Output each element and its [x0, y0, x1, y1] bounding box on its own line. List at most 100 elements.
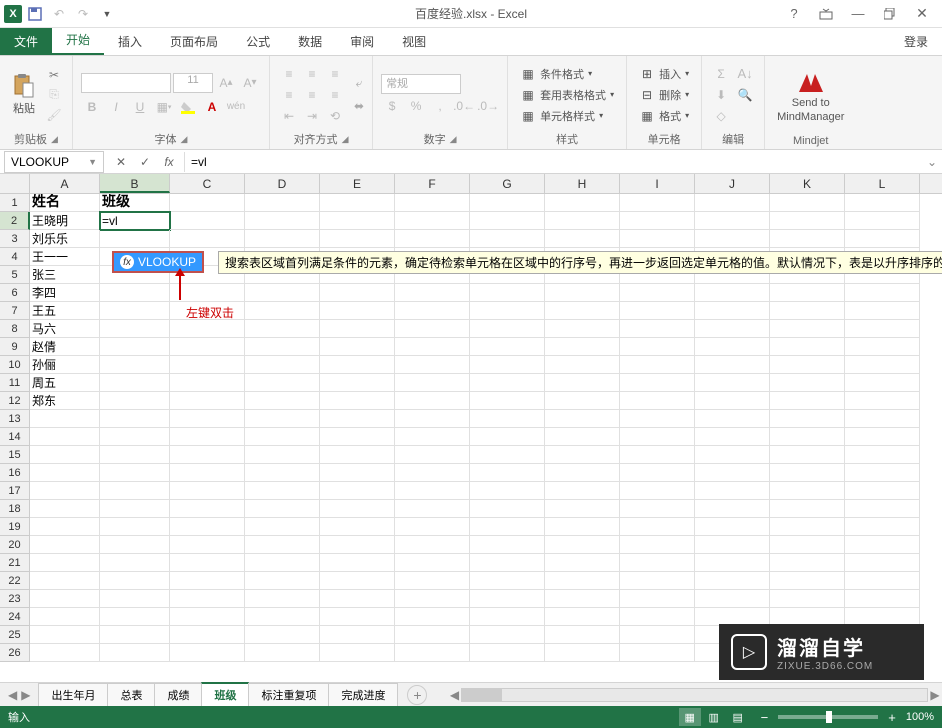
- cell[interactable]: [470, 428, 545, 446]
- cell[interactable]: [395, 356, 470, 374]
- cell[interactable]: [545, 626, 620, 644]
- cell[interactable]: [470, 338, 545, 356]
- cell[interactable]: [170, 320, 245, 338]
- border-button[interactable]: ▦▾: [153, 97, 175, 117]
- row-header[interactable]: 14: [0, 428, 30, 446]
- tab-view[interactable]: 视图: [388, 28, 440, 55]
- cell[interactable]: [320, 212, 395, 230]
- expand-formula-bar-icon[interactable]: ⌄: [922, 155, 942, 169]
- row-header[interactable]: 6: [0, 284, 30, 302]
- clipboard-launcher[interactable]: ◢: [51, 134, 58, 145]
- cell[interactable]: [245, 554, 320, 572]
- column-header[interactable]: B: [100, 174, 170, 193]
- cell[interactable]: [100, 590, 170, 608]
- increase-indent-icon[interactable]: ⇥: [301, 106, 323, 126]
- cell[interactable]: [470, 626, 545, 644]
- sort-filter-icon[interactable]: A↓: [734, 64, 756, 84]
- clear-icon[interactable]: ◇: [710, 106, 732, 126]
- column-header[interactable]: D: [245, 174, 320, 193]
- cell[interactable]: [30, 554, 100, 572]
- cell[interactable]: [545, 230, 620, 248]
- formula-autocomplete[interactable]: fx VLOOKUP: [112, 251, 204, 273]
- cell[interactable]: [320, 320, 395, 338]
- insert-cells-button[interactable]: ⊞插入▾: [635, 64, 693, 84]
- row-header[interactable]: 13: [0, 410, 30, 428]
- cell[interactable]: [395, 482, 470, 500]
- column-header[interactable]: L: [845, 174, 920, 193]
- cell[interactable]: [470, 518, 545, 536]
- row-header[interactable]: 10: [0, 356, 30, 374]
- cell[interactable]: [620, 428, 695, 446]
- cell[interactable]: [845, 500, 920, 518]
- insert-function-button[interactable]: fx: [158, 152, 180, 172]
- new-sheet-button[interactable]: +: [407, 685, 427, 705]
- cell[interactable]: [30, 608, 100, 626]
- cell[interactable]: [770, 302, 845, 320]
- format-table-button[interactable]: ▦套用表格格式▾: [516, 85, 618, 105]
- decrease-font-icon[interactable]: A▾: [239, 73, 261, 93]
- column-header[interactable]: E: [320, 174, 395, 193]
- cell[interactable]: 李四: [30, 284, 100, 302]
- zoom-in-button[interactable]: +: [888, 710, 896, 725]
- cell[interactable]: [245, 644, 320, 662]
- cell[interactable]: [620, 212, 695, 230]
- cell[interactable]: [620, 518, 695, 536]
- cell[interactable]: [30, 428, 100, 446]
- cell[interactable]: [845, 446, 920, 464]
- cell[interactable]: [770, 482, 845, 500]
- cell[interactable]: [100, 338, 170, 356]
- cell[interactable]: [320, 626, 395, 644]
- cell[interactable]: [245, 608, 320, 626]
- cell[interactable]: [770, 356, 845, 374]
- cell[interactable]: [695, 212, 770, 230]
- send-to-mindmanager-button[interactable]: Send to MindManager: [773, 69, 848, 125]
- row-header[interactable]: 18: [0, 500, 30, 518]
- cell[interactable]: [695, 302, 770, 320]
- fill-color-button[interactable]: [177, 97, 199, 117]
- cell[interactable]: [545, 536, 620, 554]
- cell[interactable]: [245, 374, 320, 392]
- cell[interactable]: [170, 536, 245, 554]
- cell[interactable]: [770, 500, 845, 518]
- cell[interactable]: [470, 590, 545, 608]
- cell[interactable]: [845, 572, 920, 590]
- cell[interactable]: [620, 500, 695, 518]
- cell[interactable]: [395, 446, 470, 464]
- cell[interactable]: [245, 392, 320, 410]
- cell[interactable]: [620, 410, 695, 428]
- cell[interactable]: [395, 194, 470, 212]
- cell[interactable]: [845, 320, 920, 338]
- cell[interactable]: [770, 464, 845, 482]
- cell[interactable]: [470, 410, 545, 428]
- tab-review[interactable]: 审阅: [336, 28, 388, 55]
- cell[interactable]: [545, 338, 620, 356]
- align-bottom-icon[interactable]: ≡: [324, 64, 346, 84]
- cell[interactable]: [395, 554, 470, 572]
- cell[interactable]: [395, 590, 470, 608]
- cell[interactable]: [320, 590, 395, 608]
- sheet-tab[interactable]: 出生年月: [38, 683, 108, 706]
- cell[interactable]: [320, 374, 395, 392]
- cell[interactable]: [395, 608, 470, 626]
- cell[interactable]: [545, 392, 620, 410]
- increase-font-icon[interactable]: A▴: [215, 73, 237, 93]
- cell[interactable]: [30, 518, 100, 536]
- cell[interactable]: [320, 302, 395, 320]
- cell[interactable]: [620, 284, 695, 302]
- maximize-button[interactable]: [876, 3, 904, 25]
- delete-cells-button[interactable]: ⊟删除▾: [635, 85, 693, 105]
- enter-formula-button[interactable]: ✓: [134, 152, 156, 172]
- cell[interactable]: [30, 590, 100, 608]
- cell[interactable]: [245, 302, 320, 320]
- align-center-icon[interactable]: ≡: [301, 85, 323, 105]
- cell[interactable]: [770, 590, 845, 608]
- cell[interactable]: [100, 320, 170, 338]
- tab-data[interactable]: 数据: [284, 28, 336, 55]
- align-right-icon[interactable]: ≡: [324, 85, 346, 105]
- cell[interactable]: [170, 194, 245, 212]
- cell[interactable]: [395, 338, 470, 356]
- cell[interactable]: [770, 518, 845, 536]
- cell[interactable]: [770, 428, 845, 446]
- cell-styles-button[interactable]: ▦单元格样式▾: [516, 106, 618, 126]
- cell[interactable]: [695, 554, 770, 572]
